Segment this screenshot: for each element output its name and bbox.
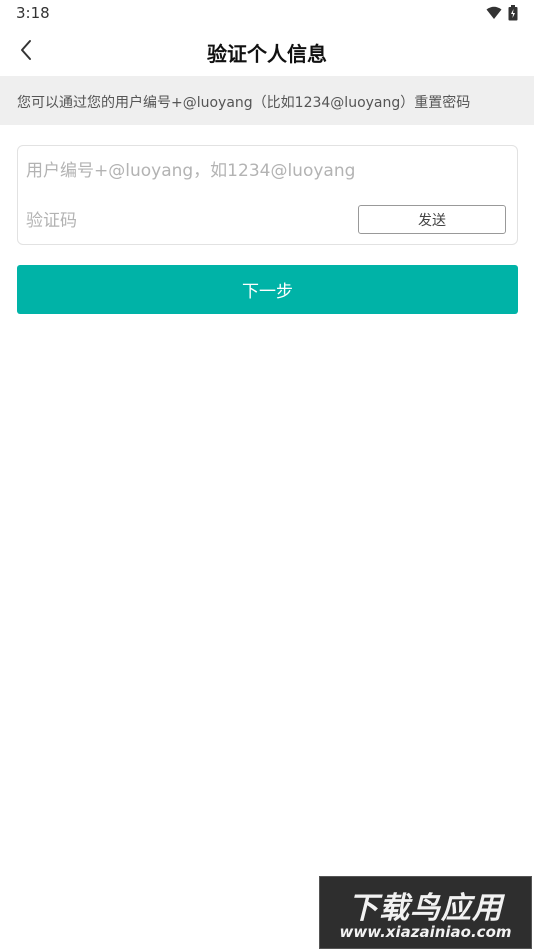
status-bar: 3:18 — [0, 0, 534, 28]
info-banner: 您可以通过您的用户编号+@luoyang（比如1234@luoyang）重置密码 — [0, 76, 534, 125]
watermark-title: 下载鸟应用 — [348, 891, 503, 926]
wifi-icon — [486, 6, 502, 20]
verification-code-input[interactable] — [26, 208, 346, 234]
watermark-url: www.xiazainiao.com — [339, 923, 512, 941]
user-id-input[interactable] — [26, 158, 506, 184]
battery-icon — [508, 5, 518, 21]
page-title: 验证个人信息 — [207, 42, 327, 66]
status-time: 3:18 — [16, 4, 50, 22]
watermark-logo: 下载鸟应用 www.xiazainiao.com — [319, 876, 532, 949]
next-step-button[interactable]: 下一步 — [17, 265, 518, 314]
send-code-button[interactable]: 发送 — [358, 205, 506, 234]
app-bar: 验证个人信息 — [0, 28, 534, 76]
status-icons — [486, 5, 518, 21]
info-text: 您可以通过您的用户编号+@luoyang（比如1234@luoyang）重置密码 — [17, 95, 471, 111]
verification-form: 发送 — [17, 145, 518, 245]
